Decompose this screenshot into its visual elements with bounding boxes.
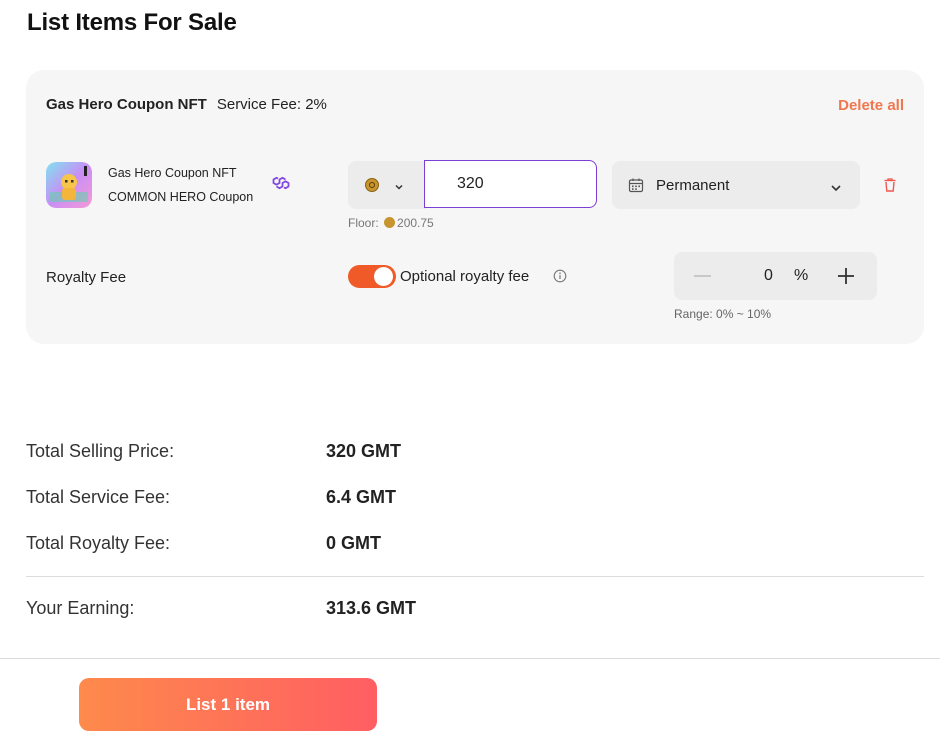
currency-select[interactable] [348, 161, 426, 209]
decrement-button[interactable] [694, 275, 711, 277]
duration-select[interactable]: Permanent [612, 161, 860, 209]
nft-thumbnail [46, 162, 92, 208]
total-royalty-fee-label: Total Royalty Fee: [26, 533, 171, 553]
polygon-icon [270, 174, 292, 197]
floor-value: 200.75 [397, 216, 434, 230]
royalty-value[interactable]: 0 [764, 267, 773, 285]
royalty-fee-label: Royalty Fee [46, 269, 127, 286]
duration-value: Permanent [656, 177, 730, 194]
footer-divider [0, 658, 940, 659]
list-items-button[interactable]: List 1 item [79, 678, 377, 731]
toggle-knob [374, 267, 393, 286]
service-fee-label: Service Fee: 2% [216, 96, 327, 113]
nft-subtitle: COMMON HERO Coupon [108, 190, 254, 204]
royalty-range: Range: 0% ~ 10% [674, 307, 772, 321]
total-service-fee-label: Total Service Fee: [26, 487, 171, 507]
delete-all-button[interactable]: Delete all [838, 97, 904, 114]
total-selling-price-label: Total Selling Price: [26, 441, 175, 461]
gmt-coin-icon [365, 178, 379, 192]
royalty-unit: % [794, 267, 809, 284]
royalty-toggle[interactable] [348, 265, 396, 288]
calendar-icon [628, 177, 644, 198]
increment-button[interactable] [837, 267, 855, 290]
card-header: Gas Hero Coupon NFT Service Fee: 2% [46, 96, 327, 113]
total-royalty-fee-value: 0 GMT [326, 533, 382, 553]
page-title: List Items For Sale [27, 9, 237, 36]
collection-name: Gas Hero Coupon NFT [46, 96, 207, 113]
nft-name: Gas Hero Coupon NFT [108, 166, 237, 180]
royalty-toggle-label: Optional royalty fee [400, 268, 530, 285]
chevron-down-icon [830, 180, 842, 198]
total-service-fee-value: 6.4 GMT [326, 487, 397, 507]
listing-card: Gas Hero Coupon NFT Service Fee: 2% Delet… [26, 70, 924, 344]
info-icon[interactable] [553, 269, 567, 288]
chevron-down-icon [394, 179, 404, 197]
price-input[interactable] [424, 160, 597, 208]
total-selling-price-value: 320 GMT [326, 441, 402, 461]
your-earning-value: 313.6 GMT [326, 598, 417, 618]
your-earning-label: Your Earning: [26, 598, 135, 618]
summary-divider [26, 576, 924, 577]
floor-price: Floor: 200.75 [348, 216, 434, 230]
floor-label: Floor: [348, 216, 379, 230]
gmt-coin-icon [384, 217, 396, 228]
royalty-stepper: 0 % [674, 252, 877, 300]
delete-item-icon[interactable] [882, 177, 898, 198]
